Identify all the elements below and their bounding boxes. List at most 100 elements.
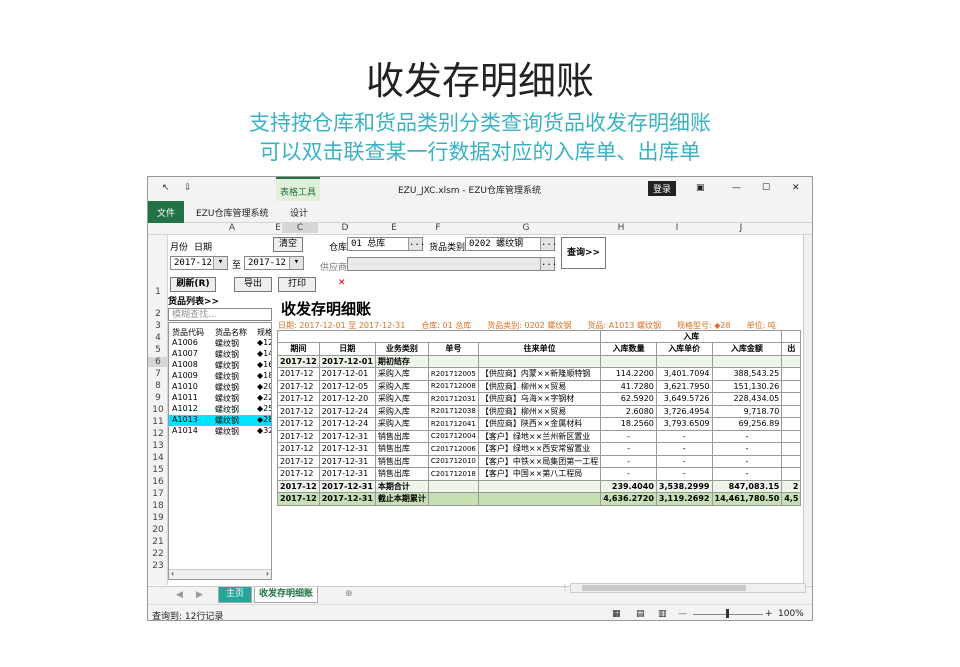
row-header[interactable]: 11 xyxy=(148,417,168,427)
sheet-hscroll[interactable]: ⋮ xyxy=(166,583,811,593)
row-header[interactable]: 12 xyxy=(148,429,168,439)
page-break-icon[interactable]: ▥ xyxy=(658,609,667,619)
table-row[interactable]: 2017-12 2017-12-31 销售出库 C201712004 【客户】绿地××兰… xyxy=(277,429,802,443)
product-list-item[interactable]: A1008 螺纹钢 ◆16 xyxy=(169,360,271,371)
dropdown-icon[interactable]: ▾ xyxy=(213,257,227,269)
row-header[interactable]: 9 xyxy=(148,393,168,403)
row-header[interactable]: 23 xyxy=(148,561,168,571)
slide-title: 收发存明细账 xyxy=(365,59,594,103)
ribbon-display-icon[interactable]: ▣ xyxy=(696,183,705,193)
zoom-out-icon[interactable]: — xyxy=(678,609,687,619)
page-layout-icon[interactable]: ▤ xyxy=(636,609,645,619)
cursor-icon: ↖ xyxy=(162,183,170,193)
row-header[interactable]: 15 xyxy=(148,465,168,475)
table-row[interactable]: 2017-12 2017-12-31 销售出库 C201712006 【客户】绿地××西… xyxy=(277,442,802,456)
warehouse-input[interactable]: 01 总库... xyxy=(347,237,425,251)
table-header: 入库金额 xyxy=(711,342,783,356)
row-header[interactable]: 1 xyxy=(148,287,168,297)
category-label: 货品类别 xyxy=(429,243,466,253)
col-header[interactable]: E xyxy=(274,223,282,233)
close-window-icon[interactable]: ✕ xyxy=(792,183,800,193)
row-header[interactable]: 16 xyxy=(148,477,168,487)
col-header[interactable]: H xyxy=(592,223,650,233)
product-list-item[interactable]: A1010 螺纹钢 ◆20 xyxy=(169,382,271,393)
col-header[interactable]: F xyxy=(416,223,460,233)
col-header[interactable]: G xyxy=(460,223,592,233)
context-tab-table-tools[interactable]: 表格工具 xyxy=(276,177,321,201)
lookup-button[interactable]: ... xyxy=(540,238,557,250)
minimize-icon[interactable]: — xyxy=(732,183,741,193)
table-row[interactable]: 2017-12 2017-12-05 采购入库 R201712008 【供应商】柳州××… xyxy=(277,379,802,393)
table-row[interactable]: 2017-12 2017-12-24 采购入库 R201712041 【供应商】陕西××… xyxy=(277,417,802,431)
table-row[interactable]: 2017-12 2017-12-31 截止本期累计 4,636.2720 3,119.2… xyxy=(277,492,802,506)
row-header[interactable]: 8 xyxy=(148,381,168,391)
row-header[interactable]: 6 xyxy=(148,357,168,367)
row-header[interactable]: 10 xyxy=(148,405,168,415)
row-header[interactable]: 7 xyxy=(148,369,168,379)
refresh-button[interactable]: 刷新(R) xyxy=(170,277,216,292)
product-list-item[interactable]: A1011 螺纹钢 ◆22 xyxy=(169,393,271,404)
date-to-input[interactable]: 2017-12 ▾ xyxy=(244,256,304,270)
row-header[interactable]: 14 xyxy=(148,453,168,463)
product-list-item[interactable]: A1009 螺纹钢 ◆18 xyxy=(169,371,271,382)
row-header[interactable]: 3 xyxy=(148,321,168,331)
tab-design[interactable]: 设计 xyxy=(290,206,308,219)
hscroll-thumb[interactable] xyxy=(582,585,746,591)
supplier-input[interactable]: ... xyxy=(347,257,557,271)
table-row[interactable]: 2017-12 2017-12-01 期初结存 xyxy=(277,354,802,368)
date-from-input[interactable]: 2017-12 ▾ xyxy=(170,256,228,270)
table-row[interactable]: 2017-12 2017-12-24 采购入库 R201712038 【供应商】柳州××… xyxy=(277,404,802,418)
row-header[interactable]: 20 xyxy=(148,525,168,535)
maximize-icon[interactable]: ☐ xyxy=(762,183,770,193)
table-row[interactable]: 2017-12 2017-12-31 销售出库 C201712010 【客户】中铁××局… xyxy=(277,454,802,468)
product-list-hscroll[interactable]: ‹ › xyxy=(169,569,271,579)
zoom-slider-handle[interactable] xyxy=(726,609,729,618)
tab-ezu-system[interactable]: EZU仓库管理系统 xyxy=(196,206,268,219)
login-button[interactable]: 登录 xyxy=(648,181,677,196)
tab-file[interactable]: 文件 xyxy=(148,201,184,223)
col-header[interactable]: E xyxy=(372,223,416,233)
col-header[interactable]: J xyxy=(704,223,778,233)
zoom-in-icon[interactable]: + xyxy=(765,609,773,619)
report-table: 入库 期间 日期 业务类别 单号 往来单位 入库数量 入库单价 入库金额出 2017-12 20… xyxy=(276,330,802,506)
row-header[interactable]: 13 xyxy=(148,441,168,451)
table-header: 单号 xyxy=(427,342,479,356)
row-header[interactable]: 18 xyxy=(148,501,168,511)
supplier-label: 供应商 xyxy=(320,263,348,273)
query-button[interactable]: 查询>> xyxy=(561,237,606,269)
product-list-item[interactable]: A1006 螺纹钢 ◆12 xyxy=(169,338,271,349)
row-header[interactable]: 5 xyxy=(148,345,168,355)
table-header: 出 xyxy=(781,342,802,356)
product-search-input[interactable]: 模糊查找... xyxy=(168,308,272,321)
product-list: 货品代码 货品名称 规格 A1006 螺纹钢 ◆12 A1007 螺纹钢 ◆14 A1008… xyxy=(168,322,272,580)
dropdown-icon[interactable]: ▾ xyxy=(289,257,303,269)
row-header[interactable]: 2 xyxy=(148,309,168,319)
table-row[interactable]: 2017-12 2017-12-20 采购入库 R201712031 【供应商】乌海××… xyxy=(277,392,802,406)
lookup-button[interactable]: ... xyxy=(408,238,425,250)
normal-view-icon[interactable]: ▦ xyxy=(612,609,621,619)
clear-button[interactable]: 清空 xyxy=(273,237,303,252)
col-header[interactable]: I xyxy=(650,223,704,233)
row-header[interactable]: 21 xyxy=(148,537,168,547)
row-header[interactable]: 17 xyxy=(148,489,168,499)
product-list-item[interactable]: A1013 螺纹钢 ◆28 xyxy=(169,415,271,426)
category-input[interactable]: 0202 螺纹钢... xyxy=(465,237,557,251)
vertical-scrollbar[interactable] xyxy=(803,235,812,585)
product-list-item[interactable]: A1014 螺纹钢 ◆32 xyxy=(169,426,271,437)
scroll-left-icon: ‹ xyxy=(171,569,175,578)
col-header[interactable]: D xyxy=(318,223,372,233)
quick-access-dropdown-icon[interactable]: ⇩ xyxy=(184,183,192,193)
row-header[interactable]: 22 xyxy=(148,549,168,559)
export-button[interactable]: 导出 xyxy=(234,277,272,292)
table-row[interactable]: 2017-12 2017-12-31 销售出库 C201712018 【客户】中国××第… xyxy=(277,467,802,481)
col-header[interactable]: C xyxy=(282,223,318,233)
product-list-item[interactable]: A1007 螺纹钢 ◆14 xyxy=(169,349,271,360)
print-button[interactable]: 打印 xyxy=(278,277,316,292)
product-list-item[interactable]: A1012 螺纹钢 ◆25 xyxy=(169,404,271,415)
row-header[interactable]: 19 xyxy=(148,513,168,523)
table-row[interactable]: 2017-12 2017-12-01 采购入库 R201712005 【供应商】内蒙××… xyxy=(277,367,802,381)
table-row[interactable]: 2017-12 2017-12-31 本期合计 239.4040 3,538.2999 8… xyxy=(277,479,802,493)
lookup-button[interactable]: ... xyxy=(540,258,557,270)
close-icon[interactable]: ✕ xyxy=(338,278,346,288)
row-header[interactable]: 4 xyxy=(148,333,168,343)
